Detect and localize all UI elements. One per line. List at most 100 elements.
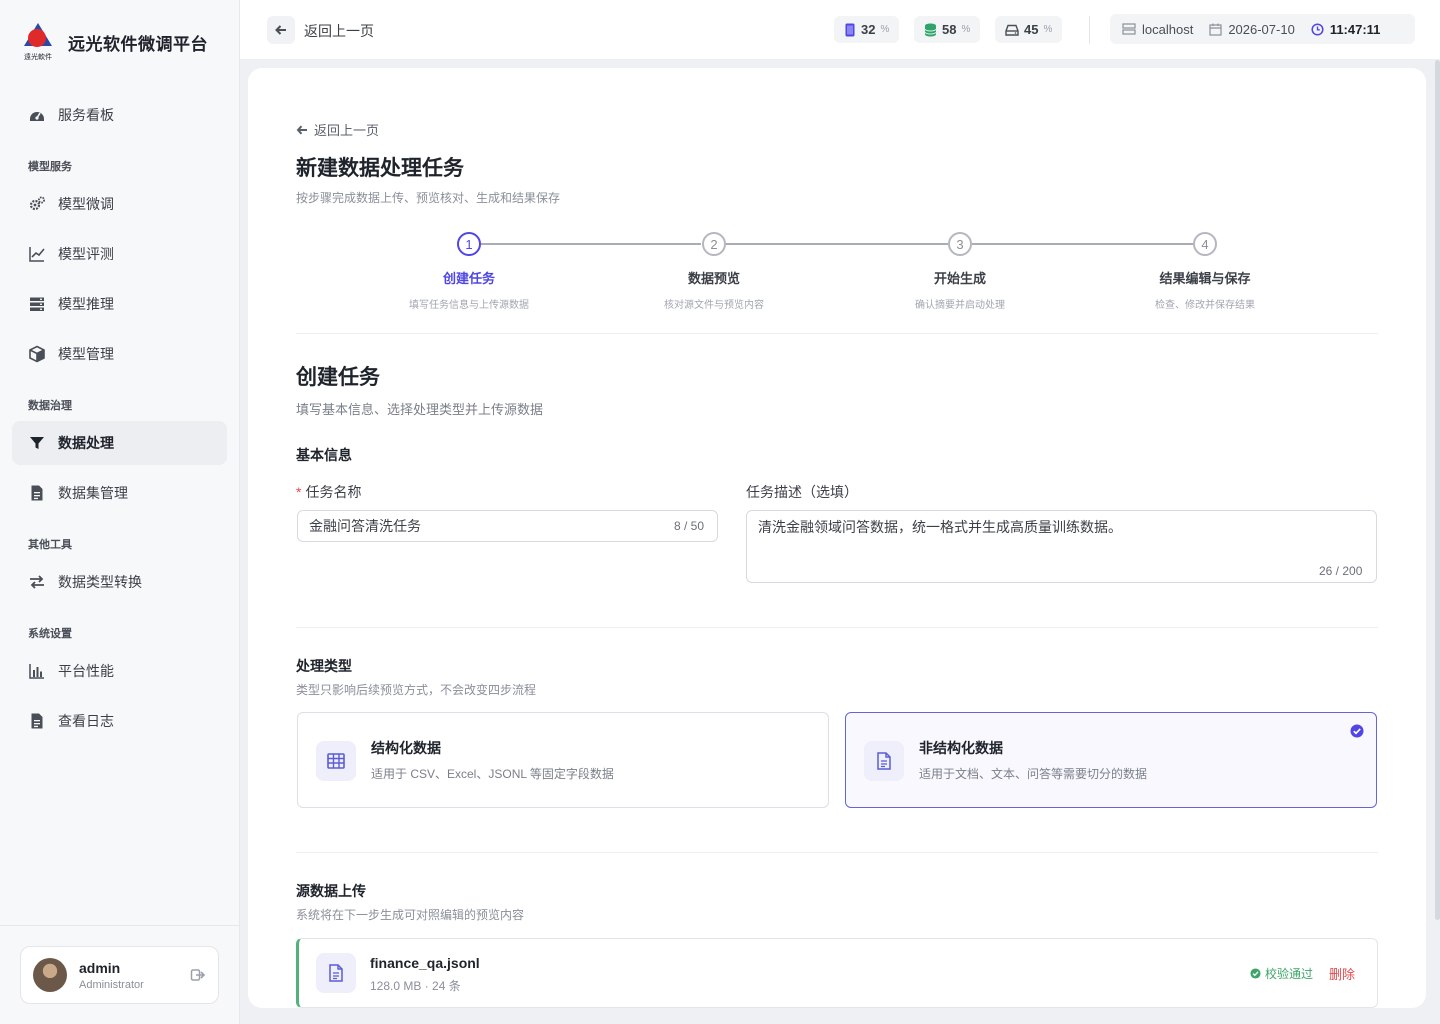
step-2[interactable]: 2 数据预览 核对源文件与预览内容 (614, 232, 814, 311)
step-4[interactable]: 4 结果编辑与保存 检查、修改并保存结果 (1105, 232, 1305, 311)
step-title: 开始生成 (933, 271, 986, 286)
sidebar-item-label: 数据处理 (58, 435, 114, 451)
sidebar-item-label: 数据集管理 (58, 485, 128, 501)
cube-icon (29, 345, 45, 363)
upload-hint: 系统将在下一步生成可对照编辑的预览内容 (296, 908, 525, 922)
task-name-label-text: 任务名称 (305, 484, 362, 500)
sidebar-item-label: 模型评测 (58, 246, 114, 262)
type-card-structured[interactable]: 结构化数据 适用于 CSV、Excel、JSONL 等固定字段数据 (297, 712, 829, 808)
type-hint: 类型只影响后续预览方式，不会改变四步流程 (296, 683, 537, 697)
task-name-value: 金融问答清洗任务 (309, 518, 421, 534)
required-mark: * (296, 484, 302, 500)
sidebar-item-finetune[interactable]: 模型微调 (12, 182, 227, 226)
brand-logo: 遠光軟件 (22, 22, 54, 62)
db-value: 58 (942, 22, 957, 37)
sidebar-item-label: 数据类型转换 (58, 574, 142, 590)
type-card-title: 非结构化数据 (919, 740, 1003, 756)
step-1[interactable]: 1 创建任务 填写任务信息与上传源数据 (369, 232, 569, 311)
task-name-label: * 任务名称 (296, 482, 361, 502)
sidebar-item-label: 查看日志 (58, 713, 114, 729)
sidebar-item-logs[interactable]: 查看日志 (12, 699, 227, 743)
disk-value: 45 (1024, 22, 1039, 37)
task-desc-counter: 26 / 200 (1319, 564, 1363, 578)
section-divider (296, 852, 1378, 853)
clock-icon (1311, 22, 1324, 36)
filter-icon (30, 437, 44, 449)
task-name-input[interactable]: 金融问答清洗任务 (297, 510, 718, 542)
log-file-icon (31, 713, 43, 729)
sidebar-item-manage[interactable]: 模型管理 (12, 332, 227, 376)
type-card-desc: 适用于 CSV、Excel、JSONL 等固定字段数据 (371, 767, 614, 781)
nav-group-data: 数据治理 (28, 400, 72, 412)
topbar-back-button[interactable] (267, 16, 295, 44)
step-number: 3 (948, 232, 972, 256)
basic-info-title: 基本信息 (296, 447, 352, 463)
gpu-value: 32 (861, 22, 876, 37)
step-desc: 核对源文件与预览内容 (664, 300, 764, 311)
step-3[interactable]: 3 开始生成 确认摘要并启动处理 (860, 232, 1060, 311)
gpu-icon (845, 23, 855, 36)
uploaded-file[interactable]: finance_qa.jsonl 128.0 MB · 24 条 校验通过 删除 (296, 938, 1378, 1008)
page-title: 新建数据处理任务 (296, 157, 464, 180)
page-scrollbar[interactable] (1435, 60, 1440, 920)
stepper: 1 创建任务 填写任务信息与上传源数据 2 数据预览 核对源文件与预览内容 3 … (296, 228, 1378, 311)
step-title: 创建任务 (442, 271, 495, 286)
gears-icon (29, 196, 45, 211)
sidebar-item-inference[interactable]: 模型推理 (12, 282, 227, 326)
nav-group-system: 系统设置 (28, 628, 72, 640)
user-meta: admin Administrator (79, 960, 178, 991)
sidebar-item-processing[interactable]: 数据处理 (12, 421, 227, 465)
db-unit: % (961, 24, 971, 35)
disk-unit: % (1043, 24, 1053, 35)
sidebar-item-convert[interactable]: 数据类型转换 (12, 560, 227, 604)
dashboard-icon (30, 112, 44, 121)
type-card-title: 结构化数据 (371, 740, 441, 756)
step-number: 2 (702, 232, 726, 256)
current-date: 2026-07-10 (1228, 21, 1295, 37)
task-desc-textarea[interactable]: 清洗金融领域问答数据，统一格式并生成高质量训练数据。 (746, 510, 1377, 583)
current-time: 11:47:11 (1329, 21, 1381, 37)
main-card: 返回上一页 新建数据处理任务 按步骤完成数据上传、预览核对、生成和结果保存 1 … (248, 68, 1426, 1008)
user-name: admin (79, 959, 121, 976)
host-name: localhost (1142, 21, 1194, 37)
sidebar-divider (0, 925, 240, 926)
section-divider (296, 627, 1378, 628)
avatar (33, 958, 67, 992)
gpu-stat: 32% (834, 16, 900, 43)
topbar-divider (1089, 16, 1090, 44)
sidebar-item-eval[interactable]: 模型评测 (12, 232, 227, 276)
upload-title: 源数据上传 (296, 883, 366, 899)
server-icon (1122, 23, 1136, 35)
sidebar-item-datasets[interactable]: 数据集管理 (12, 471, 227, 515)
logout-icon[interactable] (190, 967, 206, 983)
sidebar-item-label: 模型微调 (58, 196, 114, 212)
page-subtitle: 按步骤完成数据上传、预览核对、生成和结果保存 (296, 191, 561, 205)
type-card-desc: 适用于文档、文本、问答等需要切分的数据 (919, 767, 1148, 781)
svg-text:遠光軟件: 遠光軟件 (24, 52, 52, 61)
nav-group-model: 模型服务 (28, 161, 72, 173)
line-chart-icon (29, 247, 45, 262)
database-icon (924, 23, 937, 36)
step-desc: 检查、修改并保存结果 (1155, 300, 1255, 311)
exchange-icon (30, 575, 44, 589)
bar-chart-icon (29, 664, 44, 679)
sidebar-item-label: 服务看板 (58, 107, 114, 123)
section-title: 创建任务 (296, 366, 380, 389)
file-name: finance_qa.jsonl (370, 955, 480, 971)
disk-stat: 45% (995, 16, 1063, 43)
topbar-back-label[interactable]: 返回上一页 (304, 21, 374, 41)
sidebar-item-performance[interactable]: 平台性能 (12, 649, 227, 693)
step-desc: 确认摘要并启动处理 (915, 300, 1005, 311)
server-icon (30, 297, 44, 311)
sidebar-item-dashboard[interactable]: 服务看板 (12, 93, 227, 137)
type-card-unstructured[interactable]: 非结构化数据 适用于文档、文本、问答等需要切分的数据 (845, 712, 1377, 808)
topbar: 返回上一页 32% 58% 45% localhost 2026-07-10 1… (240, 0, 1440, 60)
calendar-icon (1209, 23, 1222, 36)
delete-file-button[interactable]: 删除 (1329, 964, 1355, 983)
file-meta: 128.0 MB · 24 条 (370, 979, 461, 993)
file-status: 校验通过 (1250, 965, 1313, 982)
page-back-link[interactable]: 返回上一页 (296, 120, 379, 139)
brand[interactable]: 遠光軟件 远光软件微调平台 (22, 22, 208, 62)
arrow-left-icon (296, 125, 307, 134)
user-card[interactable]: admin Administrator (20, 946, 219, 1004)
